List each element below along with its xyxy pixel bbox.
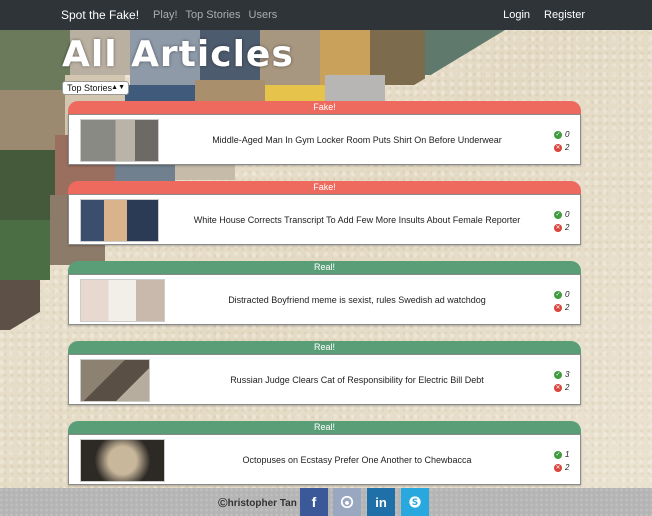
x-icon: ✕ (554, 223, 562, 232)
vote-counts: ✓ 0 ✕ 2 (554, 208, 572, 234)
verdict-banner: Fake! (68, 101, 581, 114)
upvote[interactable]: ✓ 3 (554, 368, 572, 381)
article-card[interactable]: Fake! White House Corrects Transcript To… (68, 181, 581, 261)
copyright-symbol: © (218, 495, 228, 510)
article-headline: White House Corrects Transcript To Add F… (193, 214, 521, 225)
vote-counts: ✓ 1 ✕ 2 (554, 448, 572, 474)
upvote-count: 0 (565, 210, 570, 219)
article-headline: Distracted Boyfriend meme is sexist, rul… (228, 294, 486, 305)
article-body: Octopuses on Ecstasy Prefer One Another … (68, 434, 581, 485)
footer: ©hristopher Tan f in S (0, 488, 652, 516)
article-body: White House Corrects Transcript To Add F… (68, 194, 581, 245)
upvote-count: 0 (565, 290, 570, 299)
vote-counts: ✓ 3 ✕ 2 (554, 368, 572, 394)
upvote-count: 3 (565, 370, 570, 379)
nav-link-top-stories[interactable]: Top Stories (186, 9, 241, 21)
nav-auth-links: Login Register (503, 9, 585, 21)
article-thumbnail (80, 439, 165, 482)
x-icon: ✕ (554, 303, 562, 312)
x-icon: ✕ (554, 463, 562, 472)
upvote[interactable]: ✓ 1 (554, 448, 572, 461)
downvote[interactable]: ✕ 2 (554, 381, 572, 394)
article-body: Middle-Aged Man In Gym Locker Room Puts … (68, 114, 581, 165)
github-icon[interactable] (333, 488, 361, 516)
navbar: Spot the Fake! Play! Top Stories Users L… (0, 0, 652, 30)
article-headline: Russian Judge Clears Cat of Responsibili… (230, 374, 484, 385)
article-headline: Octopuses on Ecstasy Prefer One Another … (242, 454, 472, 465)
page-title: All Articles (62, 34, 294, 75)
register-link[interactable]: Register (544, 9, 585, 21)
upvote-count: 0 (565, 130, 570, 139)
downvote[interactable]: ✕ 2 (554, 221, 572, 234)
skype-icon[interactable]: S (401, 488, 429, 516)
vote-counts: ✓ 0 ✕ 2 (554, 128, 572, 154)
article-thumbnail (80, 279, 165, 322)
svg-text:S: S (412, 498, 418, 508)
check-icon: ✓ (554, 290, 562, 299)
article-card[interactable]: Real! Russian Judge Clears Cat of Respon… (68, 341, 581, 421)
brand-link[interactable]: Spot the Fake! (61, 8, 139, 22)
article-thumbnail (80, 199, 159, 242)
check-icon: ✓ (554, 210, 562, 219)
author-name: hristopher Tan (227, 498, 297, 509)
x-icon: ✕ (554, 383, 562, 392)
facebook-icon[interactable]: f (300, 488, 328, 516)
article-thumbnail (80, 119, 159, 162)
downvote[interactable]: ✕ 2 (554, 141, 572, 154)
footer-credit: ©hristopher Tan (218, 495, 297, 510)
article-body: Russian Judge Clears Cat of Responsibili… (68, 354, 581, 405)
downvote-count: 2 (565, 383, 570, 392)
nav-link-users[interactable]: Users (249, 9, 278, 21)
article-thumbnail (80, 359, 150, 402)
downvote-count: 2 (565, 463, 570, 472)
select-caret-icon: ▲▼ (111, 84, 125, 91)
article-headline: Middle-Aged Man In Gym Locker Room Puts … (212, 134, 502, 145)
vote-counts: ✓ 0 ✕ 2 (554, 288, 572, 314)
check-icon: ✓ (554, 450, 562, 459)
verdict-banner: Real! (68, 341, 581, 354)
upvote[interactable]: ✓ 0 (554, 128, 572, 141)
downvote-count: 2 (565, 303, 570, 312)
article-body: Distracted Boyfriend meme is sexist, rul… (68, 274, 581, 325)
nav-link-play[interactable]: Play! (153, 9, 177, 21)
x-icon: ✕ (554, 143, 562, 152)
article-list: Fake! Middle-Aged Man In Gym Locker Room… (68, 101, 581, 501)
check-icon: ✓ (554, 130, 562, 139)
downvote[interactable]: ✕ 2 (554, 301, 572, 314)
upvote[interactable]: ✓ 0 (554, 288, 572, 301)
upvote-count: 1 (565, 450, 570, 459)
downvote-count: 2 (565, 143, 570, 152)
verdict-banner: Fake! (68, 181, 581, 194)
verdict-banner: Real! (68, 261, 581, 274)
verdict-banner: Real! (68, 421, 581, 434)
article-card[interactable]: Fake! Middle-Aged Man In Gym Locker Room… (68, 101, 581, 181)
sort-select-value: Top Stories (67, 83, 113, 93)
sort-select[interactable]: Top Stories ▲▼ (62, 81, 129, 95)
upvote[interactable]: ✓ 0 (554, 208, 572, 221)
downvote-count: 2 (565, 223, 570, 232)
article-card[interactable]: Real! Distracted Boyfriend meme is sexis… (68, 261, 581, 341)
downvote[interactable]: ✕ 2 (554, 461, 572, 474)
linkedin-icon[interactable]: in (367, 488, 395, 516)
login-link[interactable]: Login (503, 9, 530, 21)
check-icon: ✓ (554, 370, 562, 379)
